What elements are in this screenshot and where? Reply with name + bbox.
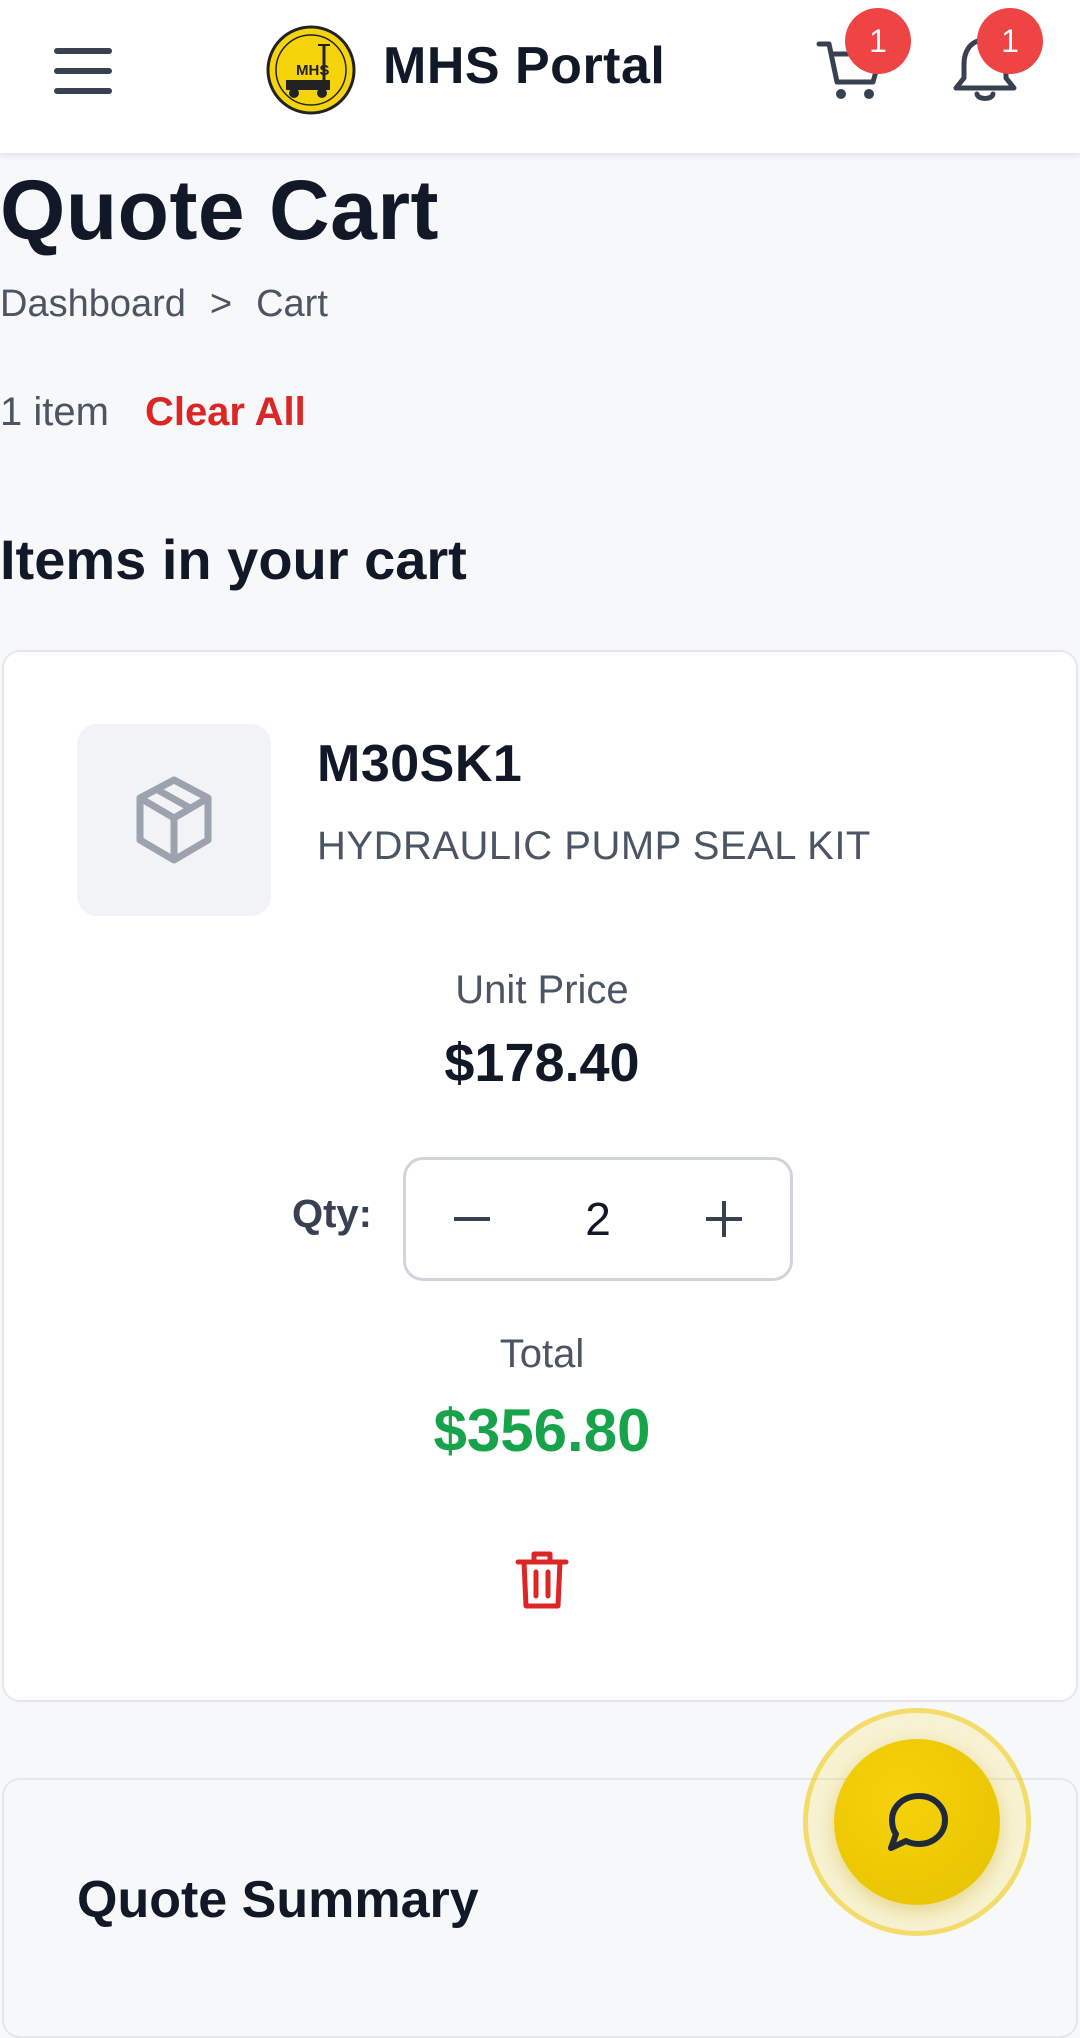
breadcrumb-dashboard-link[interactable]: Dashboard (0, 283, 186, 326)
section-title: Items in your cart (0, 528, 467, 591)
breadcrumb-current: Cart (256, 283, 328, 325)
plus-icon (706, 1201, 742, 1237)
unit-price-value: $178.40 (444, 1033, 640, 1093)
minus-icon (454, 1217, 490, 1221)
page-title: Quote Cart (0, 163, 440, 257)
notification-count-badge: 1 (977, 8, 1043, 74)
increase-quantity-button[interactable] (686, 1181, 762, 1257)
top-nav-bar: MHS MHS Portal 1 1 (0, 0, 1080, 154)
total-label: Total (499, 1332, 585, 1376)
trash-icon[interactable] (514, 1548, 570, 1612)
menu-icon[interactable] (54, 48, 112, 94)
unit-price-label: Unit Price (455, 968, 629, 1012)
cart-count-badge: 1 (845, 8, 911, 74)
quote-summary-title: Quote Summary (77, 1871, 479, 1929)
package-icon (136, 776, 212, 864)
breadcrumb-separator: > (209, 283, 233, 325)
app-title: MHS Portal (383, 37, 666, 95)
svg-text:MHS: MHS (296, 62, 329, 79)
mhs-logo[interactable]: MHS (266, 25, 356, 115)
cart-summary-row: 1 item Clear All (0, 390, 306, 435)
item-count: 1 item (0, 390, 109, 434)
part-number: M30SK1 (317, 735, 523, 793)
breadcrumb: Dashboard > Cart (0, 283, 328, 326)
qty-label: Qty: (292, 1192, 372, 1236)
total-value: $356.80 (433, 1397, 651, 1464)
cart-item-card: M30SK1 HYDRAULIC PUMP SEAL KIT Unit Pric… (2, 650, 1078, 1702)
decrease-quantity-button[interactable] (434, 1181, 510, 1257)
product-thumbnail (77, 724, 271, 916)
chat-button[interactable] (834, 1739, 1000, 1905)
part-description: HYDRAULIC PUMP SEAL KIT (317, 824, 871, 868)
chat-icon (888, 1793, 948, 1851)
quantity-value[interactable]: 2 (585, 1192, 611, 1246)
clear-all-button[interactable]: Clear All (145, 390, 306, 435)
quantity-stepper: 2 (403, 1157, 793, 1281)
